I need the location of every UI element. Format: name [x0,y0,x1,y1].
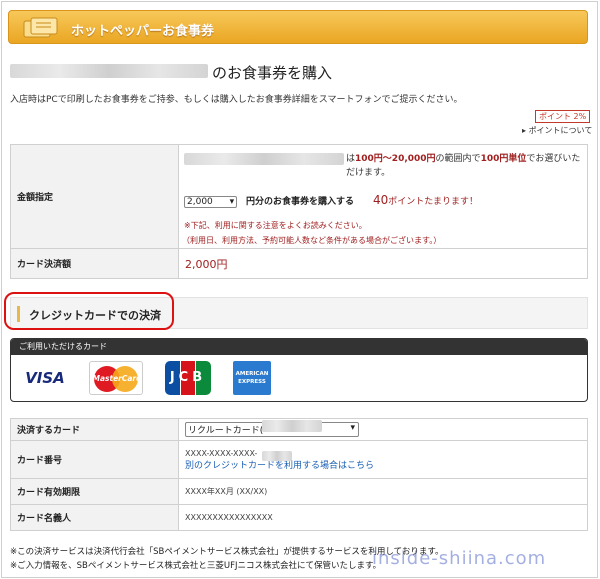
amount-label: 金額指定 [10,144,179,249]
mastercard-logo: MasterCard [89,361,143,395]
card-number-label: カード番号 [10,440,179,479]
amount-select-caption: 円分のお食事券を購入する [246,197,355,207]
visa-text: VISA [25,369,65,387]
range-prefix: は [346,154,356,164]
header-banner: ホットペッパーお食事券 [8,10,588,44]
unit-value: 100円単位 [480,154,527,164]
card-expiry-label: カード有効期限 [10,478,179,505]
jcb-logo: JCB [165,361,212,395]
blurred-shop-name [10,64,208,78]
points-value: 40 [372,193,389,207]
page-title: のお食事券を購入 [212,64,333,82]
payment-amount-cell: 2,000円 [178,248,588,279]
amex-logo: AMERICAN EXPRESS [233,361,271,395]
other-card-link[interactable]: 別のクレジットカードを利用する場合はこちら [185,460,587,473]
payment-form-table: 決済するカード リクルートカード( ▾ カード番号 XXXX-XXXX-XXXX… [10,418,588,531]
blurred-card-suffix [262,420,322,432]
amount-range-text: は100円～20,000円の範囲内で100円単位でお選びいただけます。 [346,152,584,180]
visa-logo: VISA [21,363,69,393]
point-badge: ポイント 2% [535,110,591,123]
points-info-link-label[interactable]: ポイントについて [529,126,593,135]
card-number-value: XXXX-XXXX-XXXX- [185,448,258,458]
highlight-oval [4,292,174,330]
amount-select-value[interactable]: 2,000 [187,197,213,207]
range-mid: の範囲内で [435,154,481,164]
card-expiry-value: XXXX年XX月 (XX/XX) [178,478,588,505]
blurred-card-number [262,451,292,461]
amount-select[interactable]: 2,000 ▾ [184,196,238,208]
card-select-value[interactable]: リクルートカード( [188,426,263,436]
amount-note-2: （利用日、利用方法、予約可能人数など条件がある場合がございます。） [182,236,442,245]
amount-note-1: ※下記、利用に関する注意をよくお読みください。 [184,221,367,230]
blurred-shop-name-2 [184,153,344,165]
banner-title: ホットペッパーお食事券 [71,24,215,39]
chevron-down-icon[interactable]: ▾ [230,197,235,207]
amex-text-bottom: EXPRESS [238,379,266,385]
mastercard-text: MasterCard [92,374,142,383]
amount-select-row: 2,000 ▾ 円分のお食事券を購入する 40ポイントたまります！ [184,193,478,208]
points-caption: ポイントたまります！ [388,197,478,207]
card-number-cell: XXXX-XXXX-XXXX- 別のクレジットカードを利用する場合はこちら [178,440,588,479]
card-select-cell: リクルートカード( ▾ [178,418,588,441]
chevron-down-icon[interactable]: ▾ [350,423,355,433]
intro-text: 入店時はPCで印刷したお食事券をご持参、もしくは購入したお食事券詳細をスマートフ… [10,95,463,105]
card-holder-value: XXXXXXXXXXXXXXXX [178,504,588,531]
ticket-icon [23,17,58,38]
accepted-cards-panel: ご利用いただけるカード VISA MasterCard JCB AMERICAN… [10,338,588,402]
range-value: 100円～20,000円 [355,154,436,164]
points-info-link[interactable]: ▸ ポイントについて [522,125,592,136]
card-holder-label: カード名義人 [10,504,179,531]
payment-amount-label: カード決済額 [10,248,179,279]
payment-amount-value: 2,000円 [185,257,228,271]
card-select-label: 決済するカード [10,418,179,441]
footer-note-2: ※ご入力情報を、SBペイメントサービス株式会社と三菱UFJニコス株式会社にて保管… [10,561,382,571]
watermark: inside-shiina.com [372,548,547,569]
jcb-text: JCB [169,370,207,385]
accepted-cards-header: ご利用いただけるカード [11,339,587,355]
amex-text-top: AMERICAN [235,371,269,377]
